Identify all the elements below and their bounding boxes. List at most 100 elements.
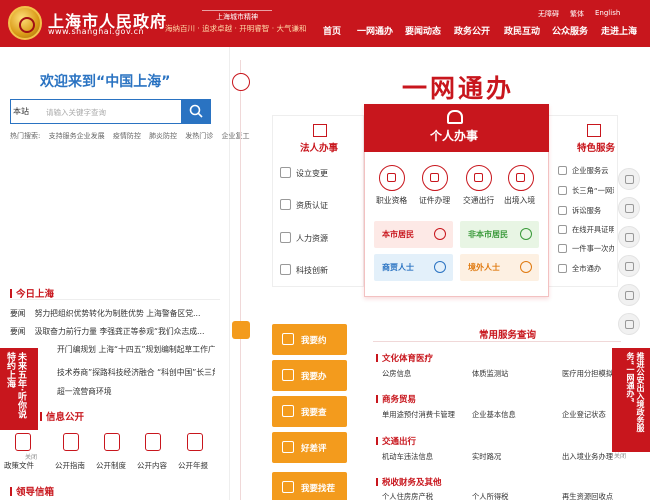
nav-ywb[interactable]: 一网通办 xyxy=(357,24,393,37)
news-item[interactable]: 开门编规划 上海“十四五”规划编制起草工作广... xyxy=(10,344,215,355)
search-input[interactable] xyxy=(10,99,210,124)
complaint-button[interactable]: 我要找茬 xyxy=(272,472,347,500)
special-item[interactable]: 一件事一次办 xyxy=(572,244,614,254)
traditional-link[interactable]: 繁体 xyxy=(570,9,584,19)
nav-public[interactable]: 公众服务 xyxy=(552,24,588,37)
open-rules[interactable] xyxy=(97,433,127,457)
banner-close[interactable]: 关闭 xyxy=(614,451,626,460)
news-item[interactable]: 超一流营商环境 xyxy=(10,386,215,397)
service-link[interactable]: 公房信息 xyxy=(382,369,411,379)
hot-item[interactable]: 疫情防控 xyxy=(113,132,141,140)
common-services-title: 常用服务查询 xyxy=(479,330,537,341)
service-link[interactable]: 体质监测站 xyxy=(472,369,508,379)
search-scope[interactable]: 本站 xyxy=(13,106,29,117)
star-service-icon xyxy=(587,124,601,137)
guide-icon xyxy=(63,433,79,451)
legal-title[interactable]: 法人办事 xyxy=(300,140,338,154)
open-guide[interactable] xyxy=(56,433,86,457)
id-card-icon[interactable] xyxy=(422,165,448,191)
legal-item[interactable]: 人力资源 xyxy=(296,233,328,244)
ywb-police-banner[interactable]: 推进公安出入境政务服务“一网通办” xyxy=(612,348,650,452)
policy-files-label: 政策文件 xyxy=(4,461,34,470)
qualification-icon[interactable] xyxy=(379,165,405,191)
personal-title[interactable]: 个人办事 xyxy=(430,127,478,144)
special-item[interactable]: 长三角“一网通办” xyxy=(572,186,614,196)
group-title: 商务贸易 xyxy=(376,393,416,405)
open-content[interactable] xyxy=(138,433,168,457)
weibo-icon[interactable] xyxy=(618,168,640,190)
special-title[interactable]: 特色服务 xyxy=(577,140,615,154)
service-link[interactable]: 个人所得税 xyxy=(472,492,508,500)
document-icon xyxy=(15,433,31,451)
nav-interact[interactable]: 政民互动 xyxy=(504,24,540,37)
home-icon xyxy=(434,228,446,240)
nav-home[interactable]: 首页 xyxy=(323,24,341,37)
query-button[interactable]: 我要查 xyxy=(272,396,347,427)
legal-item[interactable]: 资质认证 xyxy=(296,200,328,211)
nav-open[interactable]: 政务公开 xyxy=(454,24,490,37)
english-link[interactable]: English xyxy=(595,9,620,17)
five-year-banner[interactable]: 未来五年·听你说 特约上海 xyxy=(0,348,38,430)
service-link[interactable]: 再生资源回收点 xyxy=(562,492,613,500)
search-icon xyxy=(189,104,203,118)
legal-item[interactable]: 设立变更 xyxy=(296,168,328,179)
service-link[interactable]: 企业基本信息 xyxy=(472,410,516,420)
thumb-icon xyxy=(282,441,294,453)
city-spirit-slogan: 海纳百川 · 追求卓越 · 开明睿智 · 大气谦和 xyxy=(165,24,307,33)
special-item[interactable]: 全市通办 xyxy=(572,264,614,274)
hot-item[interactable]: 肺炎防控 xyxy=(149,132,177,140)
special-item[interactable]: 诉讼服务 xyxy=(572,206,614,216)
special-item[interactable]: 在线开具证明 xyxy=(572,225,614,235)
service-link[interactable]: 实时路况 xyxy=(472,452,501,462)
hot-item[interactable]: 发热门诊 xyxy=(185,132,213,140)
share-icon[interactable] xyxy=(618,313,640,335)
open-rules-label: 公开制度 xyxy=(96,461,126,470)
handle-button[interactable]: 我要办 xyxy=(272,360,347,391)
news-item[interactable]: 技术券商”探路科技经济融合 “科创中国”长三角... xyxy=(10,367,215,378)
news-item[interactable]: 要闻 汲取奋力前行力量 李强龚正等参观“我们众志成... xyxy=(10,326,215,337)
service-link[interactable]: 个人住房房产税 xyxy=(382,492,433,500)
appointment-button[interactable]: 我要约 xyxy=(272,324,347,355)
accessibility-link[interactable]: 无障碍 xyxy=(538,9,559,19)
wechat-icon[interactable] xyxy=(618,197,640,219)
banner-close[interactable]: 关闭 xyxy=(25,452,37,461)
search-button[interactable] xyxy=(181,99,211,124)
banner-text: 推进公安出入境政务服务“一网通办” xyxy=(626,352,645,432)
service-link[interactable]: 企业登记状态 xyxy=(562,410,606,420)
foreign-person[interactable]: 境外人士 xyxy=(460,254,539,281)
mail-icon[interactable] xyxy=(618,226,640,248)
annual-report-label: 公开年报 xyxy=(178,461,208,470)
person-icon xyxy=(232,73,250,91)
legal-item[interactable]: 科技创新 xyxy=(296,265,328,276)
hot-item[interactable]: 企业复工 xyxy=(222,132,250,140)
globe-icon[interactable] xyxy=(508,165,534,191)
personal-icon-label: 交通出行 xyxy=(463,196,495,205)
service-link[interactable]: 单用途预付消费卡管理 xyxy=(382,410,455,420)
news-item[interactable]: 要闻 努力把组织优势转化为制胜优势 上海警备区党... xyxy=(10,308,215,319)
tech-icon xyxy=(280,264,291,275)
passport-icon xyxy=(520,261,532,273)
one-thing-icon xyxy=(558,244,567,253)
hot-label: 热门搜索: xyxy=(10,132,41,140)
business-person[interactable]: 商贾人士 xyxy=(374,254,453,281)
special-item[interactable]: 企业服务云 xyxy=(572,166,614,176)
review-button[interactable]: 好差评 xyxy=(272,432,347,463)
local-resident[interactable]: 本市居民 xyxy=(374,221,453,248)
nav-shanghai[interactable]: 走进上海 xyxy=(601,24,637,37)
hot-item[interactable]: 支持服务企业发展 xyxy=(49,132,105,140)
mobile-icon[interactable] xyxy=(618,255,640,277)
mailbox-title: 领导信箱 xyxy=(10,484,54,498)
annual-report[interactable] xyxy=(180,433,210,457)
bus-icon[interactable] xyxy=(466,165,492,191)
report-icon xyxy=(187,433,203,451)
emblem-logo[interactable] xyxy=(8,6,42,40)
nonlocal-resident[interactable]: 非本市居民 xyxy=(460,221,539,248)
service-link[interactable]: 机动车违法信息 xyxy=(382,452,433,462)
site-url: www.shanghai.gov.cn xyxy=(48,27,145,36)
people-icon xyxy=(447,110,463,124)
service-link[interactable]: 医疗用分担模拟 xyxy=(562,369,613,379)
open-guide-label: 公开指南 xyxy=(55,461,85,470)
nav-news[interactable]: 要闻动态 xyxy=(405,24,441,37)
service-link[interactable]: 出入境业务办理 xyxy=(562,452,613,462)
rss-icon[interactable] xyxy=(618,284,640,306)
